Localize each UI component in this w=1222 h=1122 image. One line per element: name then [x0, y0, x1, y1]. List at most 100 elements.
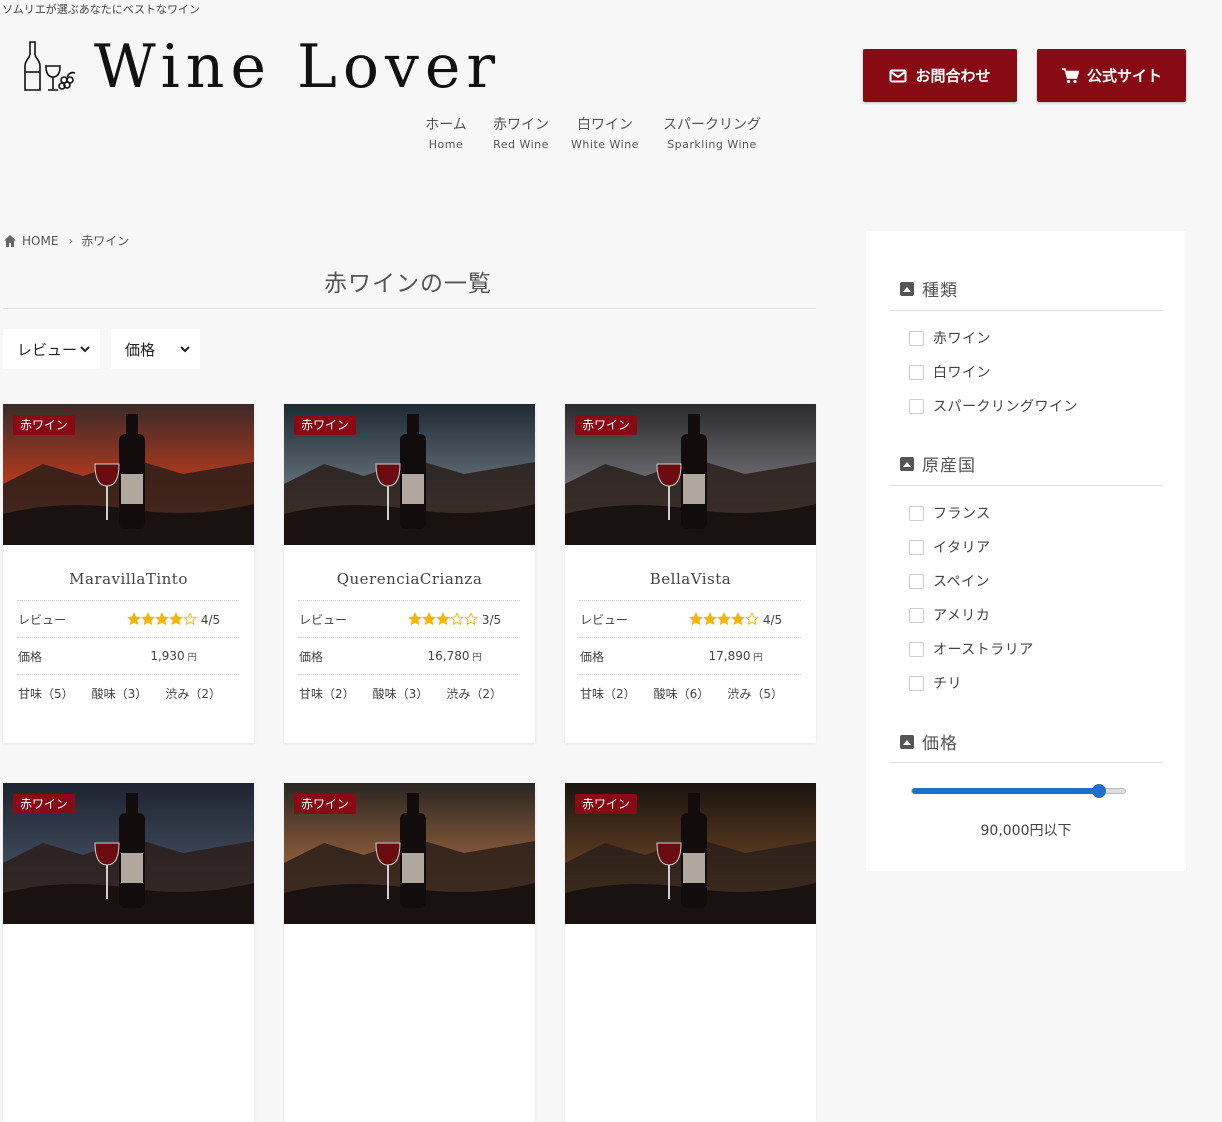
price-heading-label: 価格	[922, 734, 958, 754]
product-name[interactable]: MaravillaTinto	[3, 570, 254, 588]
checkbox-label: チリ	[933, 676, 962, 692]
astringency: 渋み（5）	[727, 686, 783, 701]
product-name[interactable]: BellaVista	[565, 570, 816, 588]
nav-label-jp: 赤ワイン	[493, 117, 549, 133]
price-value: 1,930	[150, 649, 185, 663]
home-icon	[4, 234, 16, 247]
type-checkbox-sparkling[interactable]: スパークリングワイン	[909, 396, 1078, 416]
star-empty-icon	[463, 611, 478, 625]
origin-checkbox-chile[interactable]: チリ	[909, 673, 962, 693]
price-select-value: 価格	[125, 340, 156, 359]
title-divider	[3, 308, 816, 309]
origin-checkbox-spain[interactable]: スペイン	[909, 571, 990, 591]
star-filled-icon	[730, 611, 745, 625]
price-range-thumb[interactable]	[1092, 784, 1107, 798]
price-value: 16,780	[427, 649, 470, 663]
origin-filter-heading: 原産国	[900, 451, 976, 476]
review-sort-select[interactable]: レビュー	[3, 329, 100, 369]
product-specs: レビュー 4/5 価格 17,890 円甘味（2） 酸味（6） 渋み（5）	[579, 600, 801, 711]
star-filled-icon	[126, 611, 141, 625]
checkbox-label: オーストラリア	[933, 642, 1034, 658]
product-specs: レビュー 3/5 価格 16,780 円甘味（2） 酸味（3） 渋み（2）	[298, 600, 520, 711]
product-image[interactable]: 赤ワイン	[3, 404, 254, 545]
origin-heading-label: 原産国	[922, 456, 976, 476]
nav-label-en: Red Wine	[493, 138, 549, 151]
nav-item-white-wine[interactable]: 白ワイン White Wine	[571, 116, 639, 152]
site-title[interactable]: Wine Lover	[94, 27, 501, 107]
type-checkbox-white[interactable]: 白ワイン	[909, 362, 991, 382]
wine-bottle-glass-icon	[24, 41, 76, 91]
rating-text: 4/5	[762, 612, 783, 627]
official-site-button[interactable]: 公式サイト	[1037, 49, 1186, 102]
origin-checkbox-italy[interactable]: イタリア	[909, 537, 990, 557]
nav-item-home[interactable]: ホーム Home	[425, 116, 467, 152]
product-card[interactable]: 赤ワイン	[284, 783, 535, 1122]
contact-button[interactable]: お問合わせ	[863, 49, 1017, 102]
product-image[interactable]: 赤ワイン	[565, 404, 816, 545]
nav-item-sparkling-wine[interactable]: スパークリング Sparkling Wine	[663, 116, 761, 152]
contact-button-label: お問合わせ	[915, 67, 991, 85]
filter-sidebar: 種類 赤ワイン 白ワイン スパークリングワイン 原産国 フランス イタリア スペ…	[866, 231, 1186, 871]
product-card[interactable]: 赤ワイン BellaVista レビュー 4/5 価格 17,890 円甘味（2） 酸味（6）…	[565, 404, 816, 743]
breadcrumb-home[interactable]: HOME	[22, 234, 58, 248]
price-filter-heading: 価格	[900, 729, 958, 754]
checkbox-label: アメリカ	[933, 608, 991, 624]
product-card[interactable]: 赤ワイン MaravillaTinto レビュー 4/5 価格 1,930 円甘味（5） 酸味…	[3, 404, 254, 743]
rating-text: 4/5	[200, 612, 221, 627]
nav-label-en: Home	[428, 138, 464, 151]
star-filled-icon	[435, 611, 450, 625]
star-filled-icon	[154, 611, 169, 625]
product-image[interactable]: 赤ワイン	[284, 404, 535, 545]
product-image[interactable]: 赤ワイン	[565, 783, 816, 924]
currency-unit: 円	[187, 653, 197, 663]
price-sort-select[interactable]: 価格	[111, 329, 200, 369]
sweetness: 甘味（2）	[299, 686, 355, 701]
currency-unit: 円	[753, 653, 763, 663]
taste-row: 甘味（5） 酸味（3） 渋み（2）	[17, 674, 239, 711]
price-range-label: 90,000円以下	[980, 823, 1072, 839]
review-label: レビュー	[580, 612, 629, 627]
star-filled-icon	[407, 611, 422, 625]
origin-checkbox-america[interactable]: アメリカ	[909, 605, 990, 625]
price-row: 価格 16,780 円	[298, 637, 520, 674]
star-filled-icon	[702, 611, 717, 625]
star-empty-icon	[744, 611, 759, 625]
nav-label-jp: ホーム	[425, 117, 467, 133]
star-filled-icon	[140, 611, 155, 625]
sweetness: 甘味（5）	[18, 686, 74, 701]
product-card[interactable]: 赤ワイン	[565, 783, 816, 1122]
checkbox-label: 赤ワイン	[933, 331, 991, 347]
origin-checkbox-australia[interactable]: オーストラリア	[909, 639, 1034, 659]
product-image[interactable]: 赤ワイン	[284, 783, 535, 924]
product-name[interactable]: QuerenciaCrianza	[284, 570, 535, 588]
review-label: レビュー	[299, 612, 348, 627]
product-image[interactable]: 赤ワイン	[3, 783, 254, 924]
nav-item-red-wine[interactable]: 赤ワイン Red Wine	[493, 116, 549, 152]
collapse-icon	[900, 456, 914, 471]
astringency: 渋み（2）	[165, 686, 221, 701]
site-logo[interactable]	[22, 34, 78, 98]
star-empty-icon	[449, 611, 464, 625]
review-label: レビュー	[18, 612, 67, 627]
product-card[interactable]: 赤ワイン QuerenciaCrianza レビュー 3/5 価格 16,780 円甘味（2…	[284, 404, 535, 743]
divider	[890, 310, 1162, 311]
category-badge: 赤ワイン	[13, 794, 76, 814]
star-empty-icon	[182, 611, 197, 625]
category-badge: 赤ワイン	[13, 415, 76, 435]
taste-row: 甘味（2） 酸味（3） 渋み（2）	[298, 674, 520, 711]
chevron-down-icon	[80, 346, 90, 353]
breadcrumb: HOME › 赤ワイン	[3, 232, 129, 249]
price-row: 価格 1,930 円	[17, 637, 239, 674]
review-select-value: レビュー	[17, 340, 78, 359]
type-checkbox-red[interactable]: 赤ワイン	[909, 328, 991, 348]
checkbox-label: スペイン	[933, 574, 991, 590]
checkbox-label: 白ワイン	[933, 365, 991, 381]
rating-text: 3/5	[481, 612, 502, 627]
price-label: 価格	[580, 649, 605, 664]
price-range-slider[interactable]	[911, 784, 1126, 798]
product-card[interactable]: 赤ワイン	[3, 783, 254, 1122]
price-range-fill	[912, 788, 1100, 794]
nav-label-en: White Wine	[571, 138, 639, 151]
taste-row: 甘味（2） 酸味（6） 渋み（5）	[579, 674, 801, 711]
origin-checkbox-france[interactable]: フランス	[909, 503, 991, 523]
